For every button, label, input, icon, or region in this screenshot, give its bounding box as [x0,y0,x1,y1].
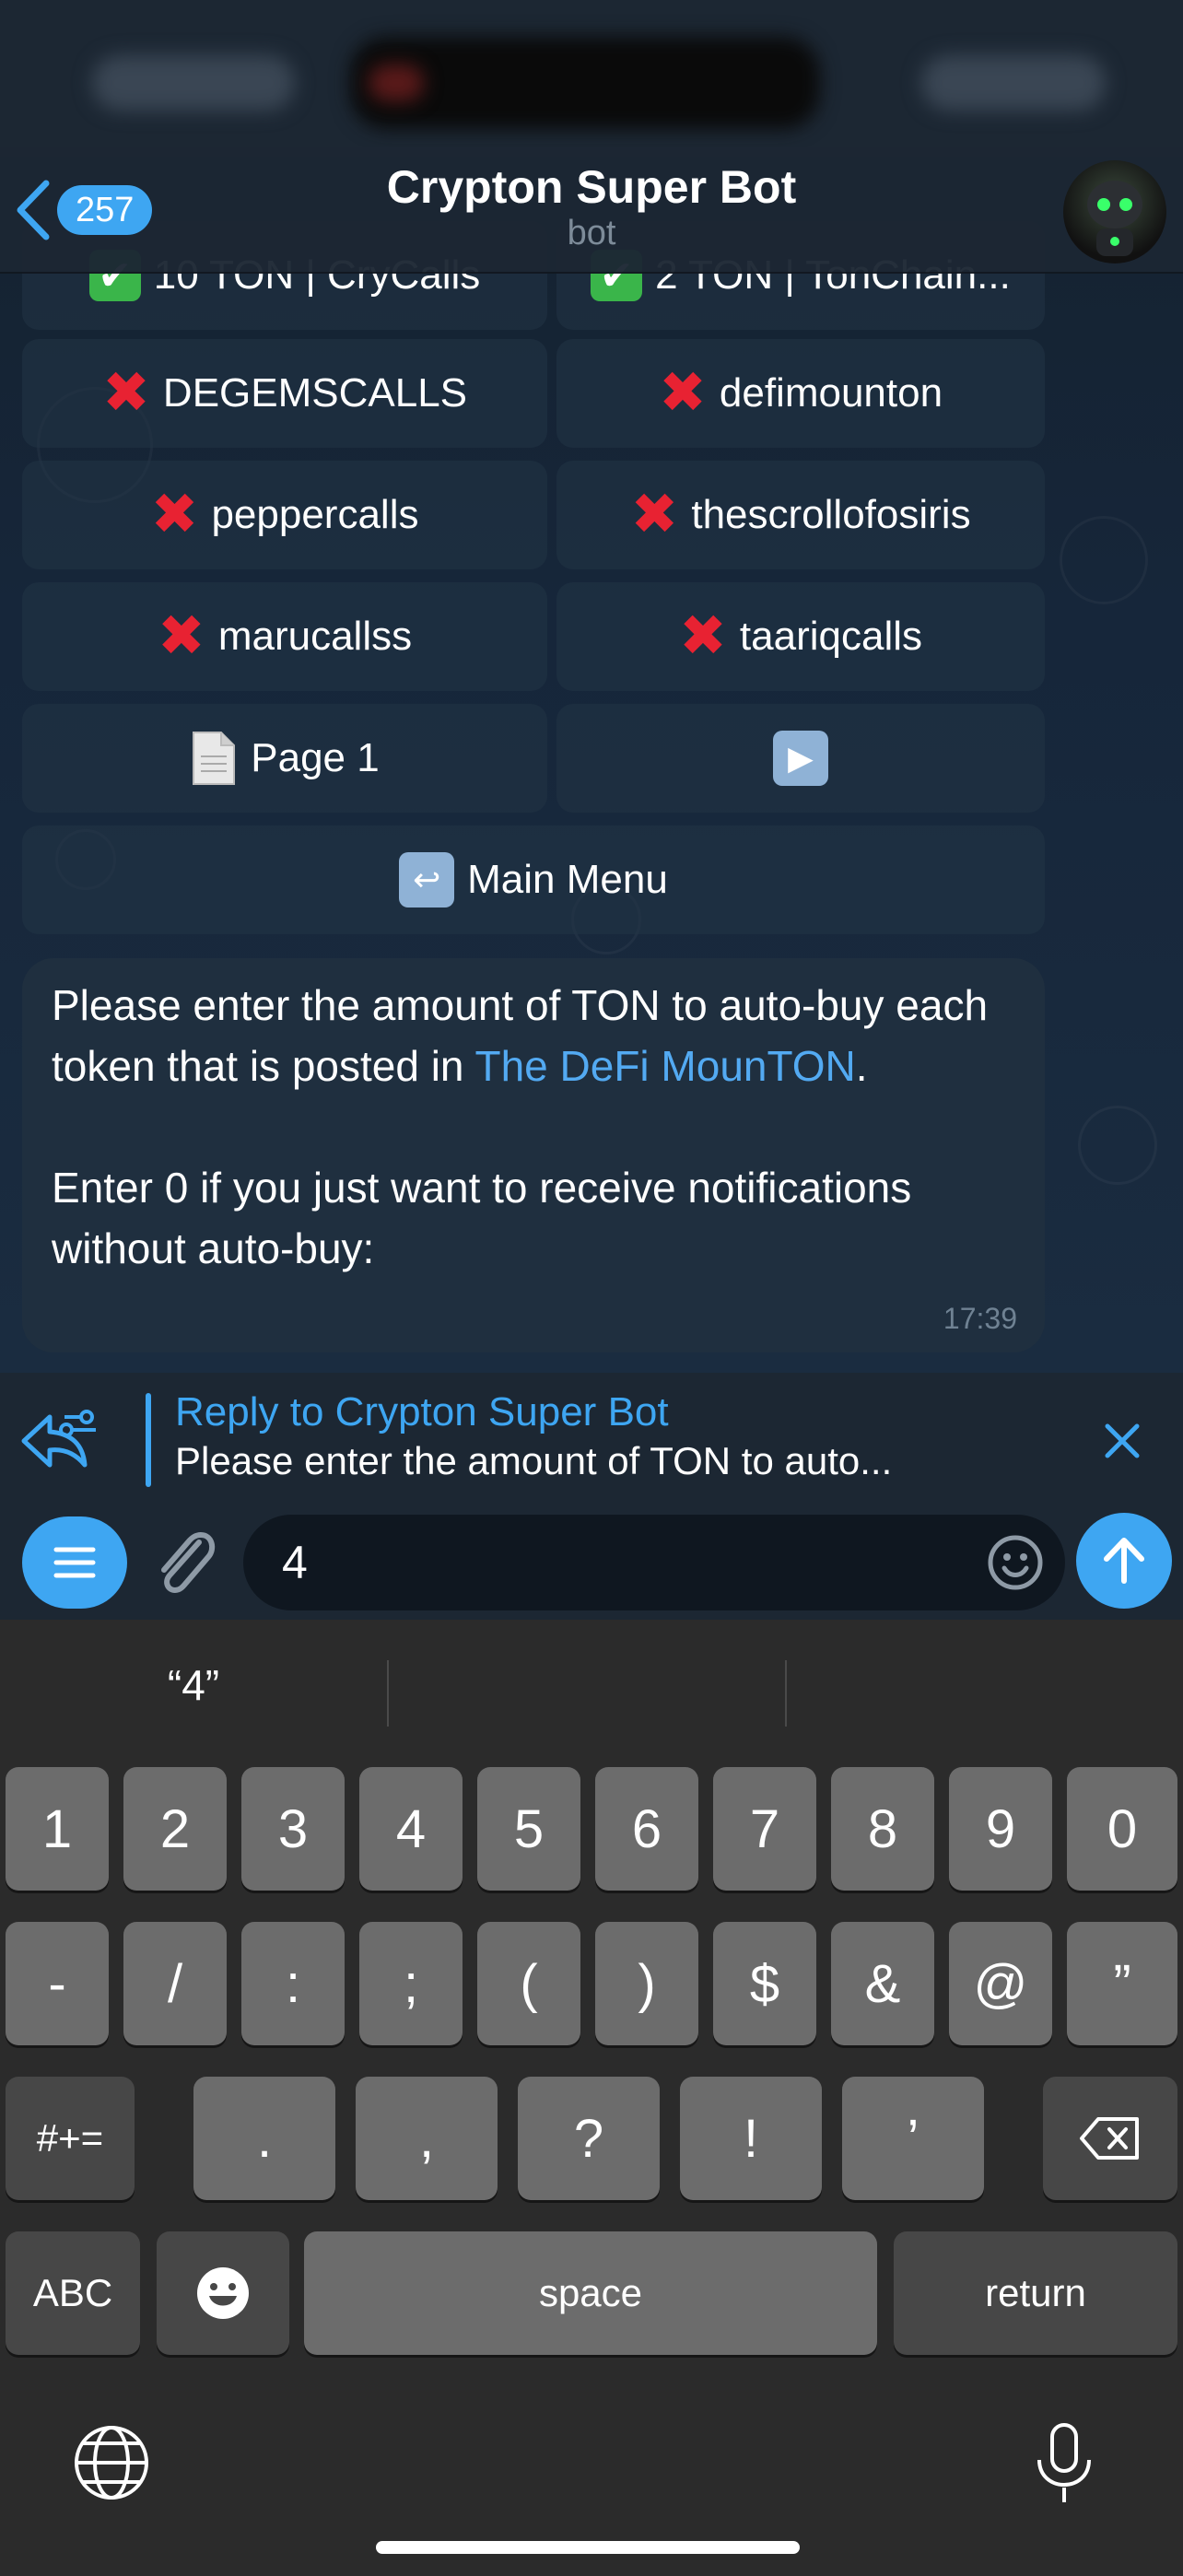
key-quote[interactable]: ” [1067,1922,1177,2045]
key-semicolon[interactable]: ; [359,1922,463,2045]
reply-preview: Please enter the amount of TON to auto..… [175,1439,893,1482]
inline-button-thescrollofosiris[interactable]: ✖ thescrollofosiris [556,461,1045,569]
message-input[interactable] [243,1515,1065,1610]
key-colon[interactable]: : [241,1922,345,2045]
return-arrow-icon: ↩ [399,852,455,907]
page-document-icon [193,732,236,785]
key-more-symbols[interactable]: #+= [6,2077,135,2200]
x-mark-icon: ✖ [150,483,199,546]
x-mark-icon: ✖ [157,604,205,668]
return-key[interactable]: return [894,2231,1177,2355]
x-mark-icon: ✖ [101,361,150,425]
robot-avatar-icon [1087,181,1142,256]
home-indicator [376,2541,800,2554]
emoji-face-icon [197,2267,249,2319]
key-6[interactable]: 6 [595,1767,698,1891]
inline-button-peppercalls[interactable]: ✖ peppercalls [22,461,547,569]
message-time: 17:39 [943,1302,1017,1335]
play-arrow-icon: ▶ [773,731,828,786]
chat-header: 257 Crypton Super Bot bot [0,147,1183,274]
menu-icon [53,1547,96,1578]
key-ampersand[interactable]: & [831,1922,934,2045]
reply-icon [21,1410,96,1468]
emoji-key[interactable] [157,2231,289,2355]
x-mark-icon: ✖ [630,483,679,546]
key-5[interactable]: 5 [477,1767,580,1891]
message-text: Please enter the amount of TON to auto-b… [52,981,989,1272]
key-slash[interactable]: / [123,1922,227,2045]
system-keyboard: “4” 1 2 3 4 5 6 7 8 9 0 - / : ; ( ) $ & … [0,1620,1183,2576]
key-apostrophe[interactable]: ’ [842,2077,984,2200]
key-4[interactable]: 4 [359,1767,463,1891]
paperclip-icon[interactable] [147,1524,221,1601]
suggestion-divider [785,1660,787,1727]
bot-avatar[interactable] [1063,160,1166,263]
key-period[interactable]: . [193,2077,335,2200]
key-at[interactable]: @ [949,1922,1052,2045]
suggestion-divider [387,1660,389,1727]
key-question[interactable]: ? [518,2077,660,2200]
key-open-paren[interactable]: ( [477,1922,580,2045]
channel-link[interactable]: The DeFi MounTON [474,1042,855,1090]
key-dollar[interactable]: $ [713,1922,816,2045]
inline-button-main-menu[interactable]: ↩ Main Menu [22,825,1045,934]
key-8[interactable]: 8 [831,1767,934,1891]
arrow-up-icon [1104,1538,1144,1584]
backspace-icon [1080,2117,1139,2160]
chat-title[interactable]: Crypton Super Bot [0,160,1183,214]
reply-title: Reply to Crypton Super Bot [175,1389,669,1434]
send-button[interactable] [1076,1513,1172,1609]
inline-button-degemscalls[interactable]: ✖ DEGEMSCALLS [22,339,547,448]
inline-button-defimounton[interactable]: ✖ defimounton [556,339,1045,448]
backspace-key[interactable] [1043,2077,1177,2200]
reply-bar: Reply to Crypton Super Bot Please enter … [0,1373,1183,1511]
status-bar [0,0,1183,157]
key-comma[interactable]: , [356,2077,498,2200]
x-mark-icon: ✖ [678,604,727,668]
key-hyphen[interactable]: - [6,1922,109,2045]
close-icon[interactable] [1102,1421,1142,1461]
bot-menu-button[interactable] [22,1516,127,1609]
key-0[interactable]: 0 [1067,1767,1177,1891]
key-1[interactable]: 1 [6,1767,109,1891]
space-key[interactable]: space [304,2231,877,2355]
globe-icon[interactable] [72,2423,151,2502]
suggestion-item[interactable]: “4” [0,1660,387,1710]
message-bubble[interactable]: Please enter the amount of TON to auto-b… [22,958,1045,1352]
key-2[interactable]: 2 [123,1767,227,1891]
key-close-paren[interactable]: ) [595,1922,698,2045]
key-9[interactable]: 9 [949,1767,1052,1891]
key-7[interactable]: 7 [713,1767,816,1891]
microphone-icon[interactable] [1032,2421,1096,2506]
inline-button-taariqcalls[interactable]: ✖ taariqcalls [556,582,1045,691]
suggestion-bar: “4” [0,1620,1183,1758]
emoji-icon[interactable] [986,1533,1045,1592]
inline-button-next-page[interactable]: ▶ [556,704,1045,813]
chat-subtitle: bot [567,214,616,252]
key-abc[interactable]: ABC [6,2231,140,2355]
key-exclamation[interactable]: ! [680,2077,822,2200]
composer [0,1511,1183,1620]
inline-button-marucallss[interactable]: ✖ marucallss [22,582,547,691]
reply-accent-line [146,1393,151,1487]
inline-button-page[interactable]: Page 1 [22,704,547,813]
x-mark-icon: ✖ [658,361,707,425]
key-3[interactable]: 3 [241,1767,345,1891]
